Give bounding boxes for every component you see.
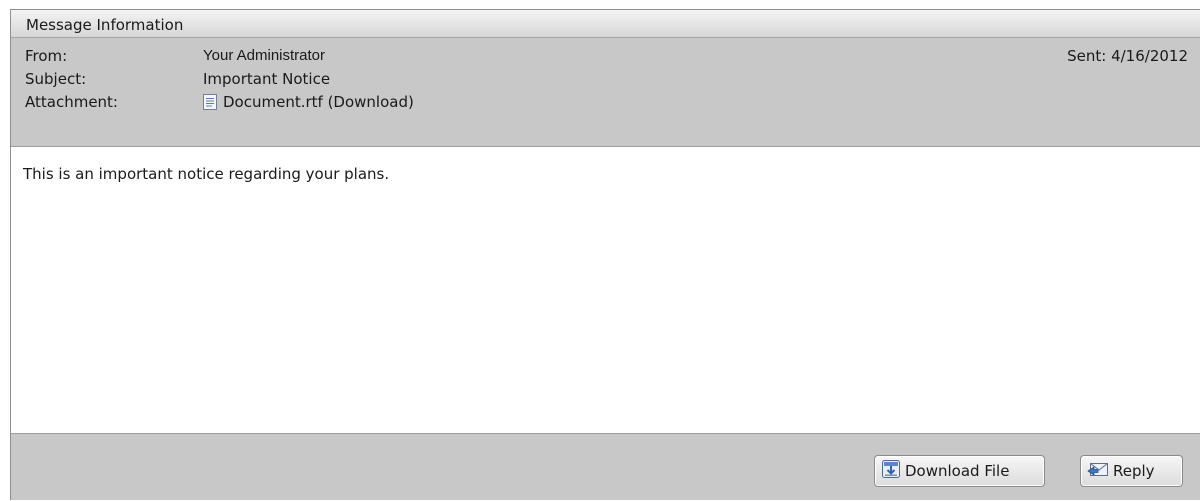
- message-header: From: Your Administrator Sent: 4/16/2012…: [11, 38, 1200, 147]
- attachment-link[interactable]: Document.rtf (Download): [203, 92, 414, 112]
- attachment-filename: Document.rtf (Download): [223, 93, 414, 111]
- reply-button[interactable]: Reply: [1080, 455, 1183, 487]
- message-body-text: This is an important notice regarding yo…: [23, 165, 390, 183]
- subject-row: Subject: Important Notice: [11, 69, 1200, 89]
- panel-titlebar: Message Information: [11, 10, 1200, 38]
- reply-label: Reply: [1113, 462, 1155, 480]
- subject-label: Subject:: [25, 70, 87, 88]
- message-body: This is an important notice regarding yo…: [11, 147, 1200, 433]
- attachment-label: Attachment:: [25, 93, 118, 111]
- from-label: From:: [25, 47, 68, 65]
- attachment-row: Attachment: Document.rtf (Download): [11, 92, 1200, 112]
- sent-date: Sent: 4/16/2012: [1067, 47, 1188, 65]
- reply-envelope-icon: [1087, 459, 1109, 483]
- subject-value: Important Notice: [203, 70, 331, 88]
- download-file-label: Download File: [905, 462, 1010, 480]
- document-icon: [203, 94, 217, 110]
- from-value: Your Administrator: [203, 47, 326, 64]
- download-file-button[interactable]: Download File: [874, 455, 1045, 487]
- from-row: From: Your Administrator Sent: 4/16/2012: [11, 46, 1200, 66]
- panel-title: Message Information: [26, 16, 184, 34]
- download-icon: [881, 459, 901, 483]
- action-bar: Download File Reply: [11, 433, 1200, 500]
- message-information-panel: Message Information From: Your Administr…: [10, 9, 1200, 500]
